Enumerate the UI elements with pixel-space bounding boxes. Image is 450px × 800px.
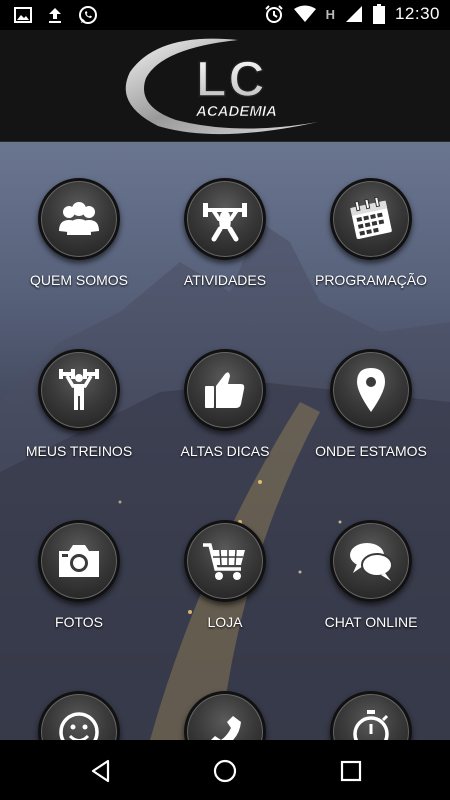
whatsapp-icon — [79, 6, 97, 24]
menu-label: ALTAS DICAS — [180, 443, 270, 459]
menu-item-phone[interactable] — [150, 691, 300, 740]
back-icon[interactable] — [88, 758, 114, 784]
stopwatch-icon — [353, 710, 389, 740]
clock: 12:30 — [394, 4, 440, 23]
menu-label: LOJA — [207, 614, 243, 630]
lc-academia-logo: LC ACADEMIA — [125, 38, 318, 135]
menu-button-circle[interactable] — [38, 691, 120, 740]
network-type: H — [325, 6, 335, 22]
battery-icon — [372, 4, 385, 24]
menu-label: PROGRAMAÇÃO — [314, 272, 427, 288]
menu-label: QUEM SOMOS — [29, 272, 128, 288]
logo-text: LC — [196, 51, 267, 107]
menu-button-circle[interactable] — [38, 349, 120, 431]
menu-item-atividades[interactable]: ATIVIDADES — [150, 178, 300, 288]
menu-button-circle[interactable] — [184, 178, 266, 260]
menu-button-circle[interactable] — [330, 520, 412, 602]
wifi-icon — [293, 5, 316, 22]
menu-button-circle[interactable] — [184, 691, 266, 740]
menu-item-loja[interactable]: LOJA — [150, 520, 300, 630]
alarm-icon — [264, 5, 283, 23]
menu-item-meus-treinos[interactable]: MEUS TREINOS — [4, 349, 154, 459]
signal-icon — [345, 6, 362, 22]
menu-button-circle[interactable] — [38, 178, 120, 260]
logo-subtext: ACADEMIA — [195, 103, 277, 120]
menu-item-smiley[interactable] — [4, 691, 154, 740]
group-icon — [59, 202, 99, 235]
menu-label: FOTOS — [55, 614, 103, 630]
weightlifter-icon — [203, 203, 247, 242]
menu-item-chat-online[interactable]: CHAT ONLINE — [296, 520, 446, 630]
phone-icon — [211, 716, 241, 740]
app-header: LC ACADEMIA — [0, 30, 450, 142]
menu-item-quem-somos[interactable]: QUEM SOMOS — [4, 178, 154, 288]
menu-label: ONDE ESTAMOS — [315, 443, 427, 459]
camera-icon — [59, 545, 99, 577]
menu-button-circle[interactable] — [330, 349, 412, 431]
map-pin-icon — [357, 368, 385, 412]
recents-icon[interactable] — [338, 758, 364, 784]
upload-icon — [49, 8, 61, 23]
menu-button-circle[interactable] — [330, 691, 412, 740]
menu-button-circle[interactable] — [330, 178, 412, 260]
menu-label: CHAT ONLINE — [324, 614, 418, 630]
status-bar: H 12:30 — [0, 0, 450, 30]
menu-item-onde-estamos[interactable]: ONDE ESTAMOS — [296, 349, 446, 459]
chat-bubbles-icon — [350, 543, 393, 581]
smiley-icon — [59, 712, 99, 740]
menu-item-altas-dicas[interactable]: ALTAS DICAS — [150, 349, 300, 459]
menu-label: MEUS TREINOS — [25, 443, 133, 459]
menu-grid: QUEM SOMOS ATIVIDADES PROGRAMAÇÃO MEUS T… — [0, 142, 450, 740]
thumbs-up-icon — [205, 372, 245, 408]
navigation-bar — [0, 740, 450, 800]
menu-item-programacao[interactable]: PROGRAMAÇÃO — [296, 178, 446, 288]
menu-button-circle[interactable] — [184, 349, 266, 431]
menu-button-circle[interactable] — [184, 520, 266, 602]
menu-item-stopwatch[interactable] — [296, 691, 446, 740]
image-icon — [14, 7, 32, 23]
menu-label: ATIVIDADES — [183, 272, 267, 288]
dumbbell-person-icon — [59, 369, 99, 410]
shopping-cart-icon — [203, 543, 245, 580]
main-menu-area: QUEM SOMOS ATIVIDADES PROGRAMAÇÃO MEUS T… — [0, 142, 450, 740]
calendar-icon — [350, 196, 392, 239]
home-icon[interactable] — [212, 758, 238, 784]
menu-item-fotos[interactable]: FOTOS — [4, 520, 154, 630]
menu-button-circle[interactable] — [38, 520, 120, 602]
